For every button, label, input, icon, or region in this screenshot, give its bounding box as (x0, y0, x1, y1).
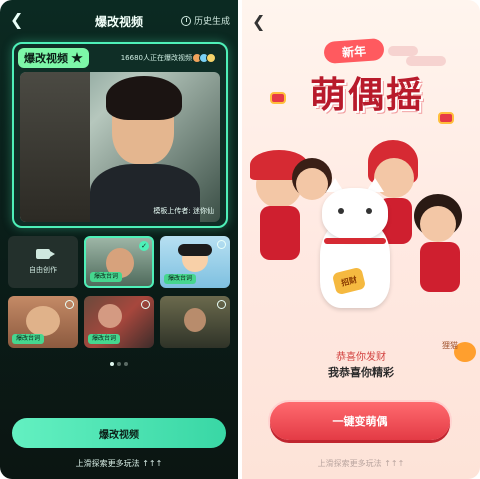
page-dot-active (110, 362, 114, 366)
tile-cat (26, 306, 60, 336)
doll-face (296, 168, 328, 200)
page-dot (117, 362, 121, 366)
doll-scene: 招财 (242, 130, 480, 330)
hero-user-count: 16680人正在爆改视频 (121, 53, 216, 63)
video-camera-icon (36, 249, 55, 259)
template-tile[interactable]: 爆改台词 (8, 296, 78, 348)
tile-face (98, 304, 122, 328)
hero-user-count-text: 16680人正在爆改视频 (120, 54, 192, 62)
hero-video-preview[interactable]: 模板上传者: 迷你仙 (20, 72, 220, 222)
clock-icon (180, 15, 191, 26)
avatar (206, 53, 216, 63)
cat-collar (324, 238, 386, 244)
caption-text: 我恭喜你精彩 (328, 366, 394, 379)
cloud-decoration (388, 46, 418, 56)
template-tile[interactable]: 爆改台词 (84, 296, 154, 348)
page-title: 萌偶摇 (309, 74, 424, 116)
hero-badge: 爆改视频 (18, 48, 89, 68)
free-create-tile[interactable]: 自由创作 (8, 236, 78, 288)
lucky-cat-head (322, 188, 388, 240)
free-create-label: 自由创作 (29, 266, 57, 274)
cat-eye (366, 208, 372, 214)
radio-icon (217, 300, 226, 309)
avatar-group (192, 53, 216, 63)
doll-face (420, 206, 456, 242)
cat-eye (338, 208, 344, 214)
template-tag: 爆改台词 (88, 334, 121, 344)
radio-icon (65, 300, 74, 309)
page-indicator (0, 362, 238, 366)
template-tag: 爆改台词 (12, 334, 45, 344)
remix-video-button[interactable]: 爆改视频 (12, 418, 226, 448)
background-wall (20, 72, 90, 222)
hero-template-card[interactable]: 爆改视频 16680人正在爆改视频 模板上传者: 迷你仙 (12, 42, 228, 228)
template-uploader: 模板上传者: 迷你仙 (153, 207, 214, 215)
back-icon[interactable]: ❮ (252, 12, 265, 31)
template-tile[interactable] (160, 296, 230, 348)
subtitle-text: 恭喜你发财 (336, 352, 386, 363)
left-header: ❮ 爆改视频 历史生成 (0, 10, 238, 32)
template-tag: 爆改台词 (90, 272, 123, 282)
radio-icon (217, 240, 226, 249)
new-year-badge: 新年 (323, 37, 385, 65)
right-phone-screen: ❮ 新年 萌偶摇 招财 狸猫 恭喜你发财 我恭喜你精彩 一键变萌偶 上滑探索更多… (242, 0, 480, 479)
history-label: 历史生成 (193, 17, 230, 27)
page-dot (124, 362, 128, 366)
tile-hair (178, 244, 212, 256)
star-icon (71, 52, 83, 63)
radio-icon (141, 300, 150, 309)
hero-badge-label: 爆改视频 (24, 52, 68, 65)
become-doll-button[interactable]: 一键变萌偶 (270, 402, 450, 440)
doll-body (260, 206, 300, 260)
doll-body (420, 242, 460, 292)
cloud-decoration (406, 56, 446, 66)
scroll-hint: 上滑探索更多玩法 ↑↑↑ (75, 459, 163, 468)
screenshot-stage: ❮ 爆改视频 历史生成 爆改视频 16680人正在爆改视频 模板上传者: 迷你仙… (0, 0, 480, 479)
template-tile[interactable]: 爆改台词 (160, 236, 230, 288)
scroll-hint: 上滑探索更多玩法 ↑↑↑ (317, 459, 405, 468)
left-phone-screen: ❮ 爆改视频 历史生成 爆改视频 16680人正在爆改视频 模板上传者: 迷你仙… (0, 0, 238, 479)
tile-face (184, 308, 206, 332)
template-tile-selected[interactable]: ✓ 爆改台词 (84, 236, 154, 288)
checkmark-icon: ✓ (139, 241, 149, 251)
person-hair (106, 76, 182, 120)
history-button[interactable]: 历史生成 (180, 14, 230, 27)
template-tag: 爆改台词 (164, 274, 197, 284)
